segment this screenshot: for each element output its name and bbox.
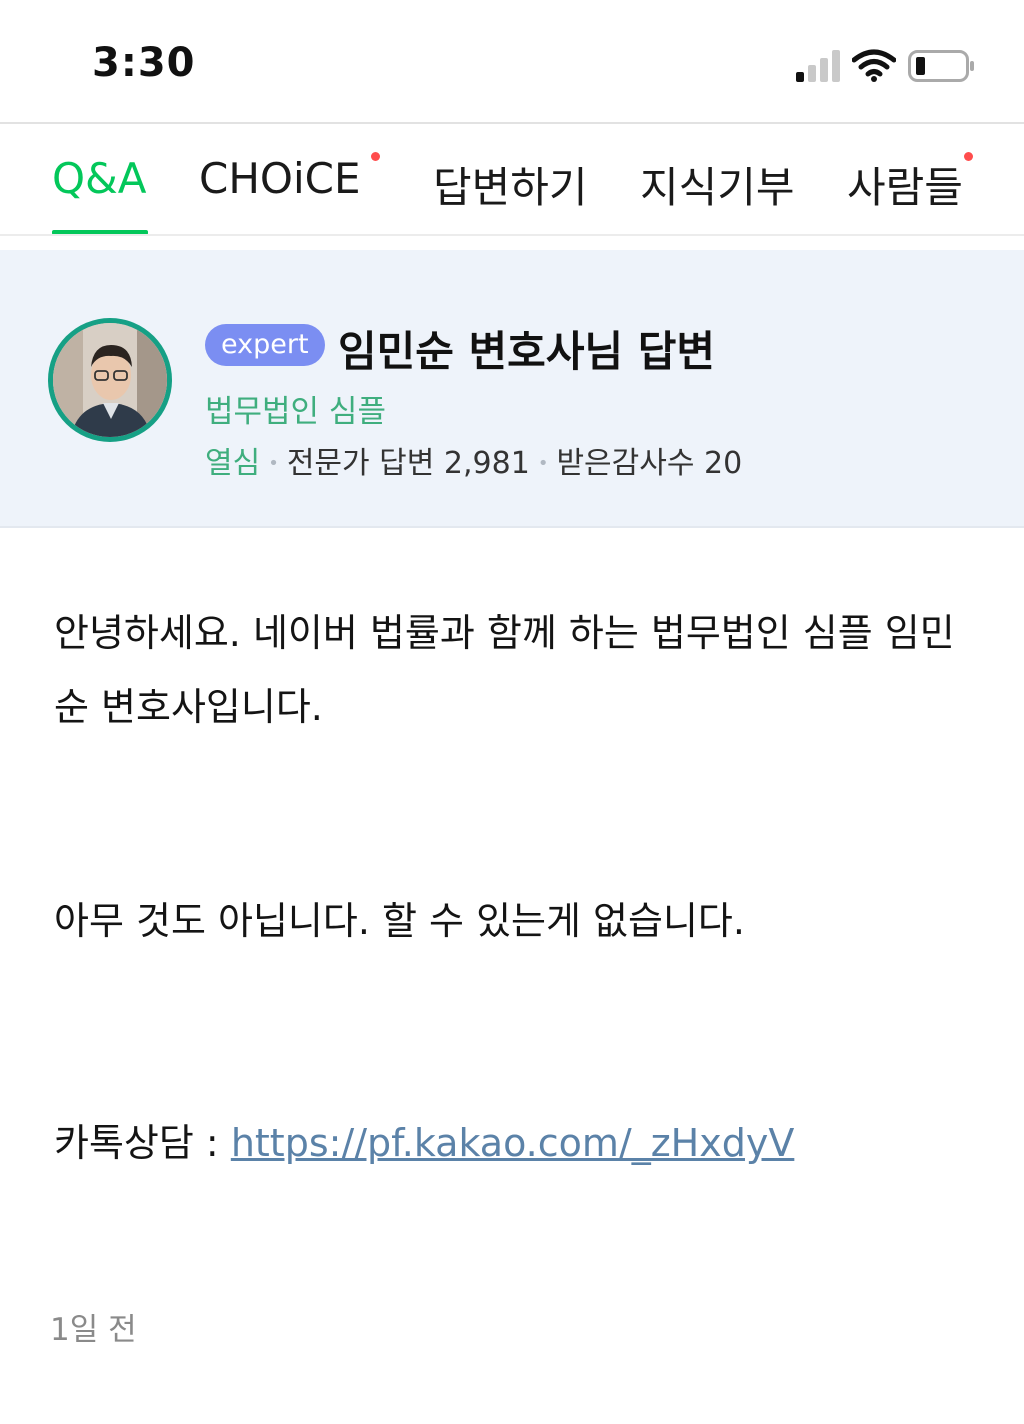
wifi-icon xyxy=(852,49,896,82)
avatar-photo xyxy=(53,323,167,437)
answers-count: 2,981 xyxy=(443,446,530,481)
tab-donate[interactable]: 지식기부 xyxy=(640,154,795,215)
tab-answer[interactable]: 답변하기 xyxy=(433,154,588,215)
divider xyxy=(0,234,1024,236)
posted-time: 1일 전 xyxy=(50,1312,137,1348)
person-icon xyxy=(53,323,167,437)
expert-card[interactable]: expert 임민순 변호사님 답변 법무법인 심플 열심 • 전문가 답변 2,9… xyxy=(0,250,1024,528)
tab-bar: Q&A CHOiCE 답변하기 지식기부 사람들 xyxy=(0,124,1024,236)
status-bar: 3:30 xyxy=(0,0,1024,124)
tab-people[interactable]: 사람들 xyxy=(847,154,963,215)
kakao-label: 카톡상담 : xyxy=(54,1121,231,1165)
separator-dot: • xyxy=(268,453,279,474)
clock: 3:30 xyxy=(92,40,196,86)
expert-badge: expert xyxy=(205,324,325,366)
answers-label: 전문가 답변 xyxy=(286,446,435,481)
new-badge-dot xyxy=(964,152,973,161)
separator-dot: • xyxy=(537,453,549,474)
answer-content: 안녕하세요. 네이버 법률과 함께 하는 법무법인 심플 임민순 변호사입니다.… xyxy=(54,596,974,1165)
kakao-contact: 카톡상담 : https://pf.kakao.com/_zHxdyV xyxy=(54,1112,794,1167)
thanks-count: 20 xyxy=(703,446,743,481)
law-firm-name[interactable]: 법무법인 심플 xyxy=(205,386,386,431)
tab-qna[interactable]: Q&A xyxy=(52,154,147,203)
signal-icon xyxy=(796,50,840,82)
expert-level: 열심 xyxy=(205,446,261,481)
kakao-link[interactable]: https://pf.kakao.com/_zHxdyV xyxy=(231,1121,795,1165)
expert-stats: 열심 • 전문가 답변 2,981 • 받은감사수 20 xyxy=(205,438,742,482)
answer-paragraph: 안녕하세요. 네이버 법률과 함께 하는 법무법인 심플 임민순 변호사입니다. xyxy=(54,611,955,729)
avatar[interactable] xyxy=(48,318,172,442)
tab-choice[interactable]: CHOiCE xyxy=(199,154,361,203)
answer-paragraph: 아무 것도 아닙니다. 할 수 있는게 없습니다. xyxy=(54,899,745,943)
battery-icon xyxy=(908,50,974,82)
new-badge-dot xyxy=(371,152,380,161)
expert-title[interactable]: 임민순 변호사님 답변 xyxy=(338,318,715,379)
thanks-label: 받은감사수 xyxy=(556,446,695,481)
